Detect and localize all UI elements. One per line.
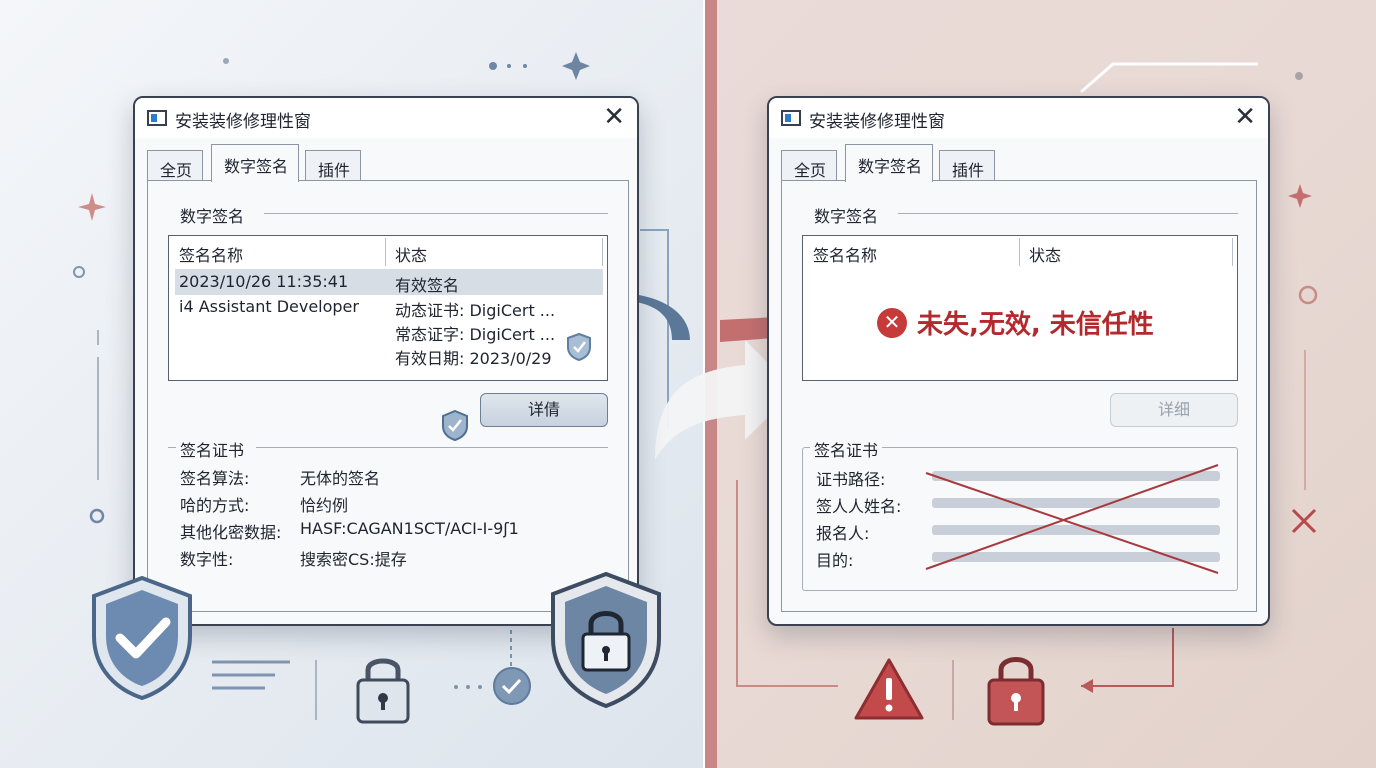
signature-list[interactable]: 签名名称 状态 2023/10/26 11:35:41 有效签名 i4 Assi… (168, 235, 608, 381)
tab-general[interactable]: 全页 (147, 150, 204, 182)
close-icon[interactable]: ✕ (603, 102, 625, 132)
divider (264, 213, 608, 214)
field-label: 报名人: (816, 524, 870, 543)
window-title: 安装装修修理性窗 (175, 112, 311, 132)
signature-list[interactable]: 签名名称 状态 ✕ 未失,无效, 未信任性 (802, 235, 1238, 381)
tab-digital-signatures[interactable]: 数字签名 (845, 144, 934, 182)
app-icon (147, 110, 167, 126)
field-label: 其他化密数据: (180, 523, 282, 542)
column-header-status[interactable]: 状态 (1029, 242, 1061, 266)
column-separator (1019, 238, 1020, 266)
field-value: 搜索密CS:提存 (300, 550, 407, 569)
error-text: 未失,无效, 未信任性 (917, 310, 1154, 340)
padlock-icon (987, 657, 1045, 726)
signature-dialog-valid: 安装装修修理性窗 ✕ 全页 数字签名 插件 数字签名 签名名称 状态 2023/… (133, 96, 639, 626)
column-header-name[interactable]: 签名名称 (179, 242, 243, 266)
field-value: 无体的签名 (300, 469, 381, 488)
column-separator (602, 238, 603, 266)
app-icon (781, 110, 801, 126)
title-bar: 安装装修修理性窗 ✕ (769, 98, 1268, 138)
field-label: 目的: (816, 551, 854, 570)
tab-plugins[interactable]: 插件 (305, 150, 362, 182)
signature-dialog-invalid: 安装装修修理性窗 ✕ 全页 数字签名 插件 数字签名 签名名称 状态 ✕ 未失,… (767, 96, 1270, 626)
padlock-icon (356, 658, 410, 724)
divider (168, 447, 176, 448)
window-title: 安装装修修理性窗 (809, 112, 945, 132)
shield-lock-icon (551, 571, 661, 709)
list-item-status: 有效签名 (395, 276, 460, 295)
field-label: 签名算法: (180, 469, 250, 488)
field-value: HASF:CAGAN1SCT/ACI-I-9ʃ1 (300, 519, 519, 538)
shield-check-icon (567, 332, 591, 362)
cert-section-title: 签名证书 (810, 437, 883, 461)
cert-section-title: 签名证书 (180, 441, 245, 460)
details-button[interactable]: 详细 (1110, 393, 1238, 427)
shield-check-icon (92, 575, 192, 701)
list-item-status: 常态证字: DigiCert ... (395, 325, 556, 344)
details-button[interactable]: 详倩 (480, 393, 608, 427)
field-label: 证书路径: (816, 470, 886, 489)
title-bar: 安装装修修理性窗 ✕ (135, 98, 637, 138)
field-label: 哈的方式: (180, 496, 250, 515)
column-separator (385, 238, 386, 266)
list-item-status: 动态证书: DigiCert ... (395, 301, 556, 320)
cross-out-icon (925, 464, 1219, 574)
divider (256, 447, 608, 448)
column-header-name[interactable]: 签名名称 (813, 242, 877, 266)
column-separator (1232, 238, 1233, 266)
error-message: ✕ 未失,无效, 未信任性 (877, 304, 1154, 341)
warning-triangle-icon (854, 658, 924, 720)
list-item-status: 有效日期: 2023/0/29 (395, 349, 552, 368)
field-value: 恰约例 (300, 496, 349, 515)
signature-section-title: 数字签名 (180, 207, 245, 226)
tab-plugins[interactable]: 插件 (939, 150, 996, 182)
tab-digital-signatures[interactable]: 数字签名 (211, 144, 300, 182)
check-circle-icon (493, 667, 531, 705)
shield-check-icon (442, 409, 468, 442)
tab-panel: 数字签名 签名名称 状态 2023/10/26 11:35:41 有效签名 i4… (147, 180, 629, 612)
signature-section-title: 数字签名 (814, 207, 879, 226)
list-item[interactable]: i4 Assistant Developer (179, 297, 359, 316)
list-item[interactable]: 2023/10/26 11:35:41 (179, 272, 348, 291)
tab-panel: 数字签名 签名名称 状态 ✕ 未失,无效, 未信任性 详细 签名证书 证书路径:… (781, 180, 1257, 612)
field-label: 数字性: (180, 550, 234, 569)
tab-general[interactable]: 全页 (781, 150, 838, 182)
column-header-status[interactable]: 状态 (395, 242, 427, 266)
field-label: 签人人姓名: (816, 497, 902, 516)
divider (898, 213, 1238, 214)
close-icon[interactable]: ✕ (1234, 102, 1256, 132)
error-icon: ✕ (877, 307, 907, 338)
